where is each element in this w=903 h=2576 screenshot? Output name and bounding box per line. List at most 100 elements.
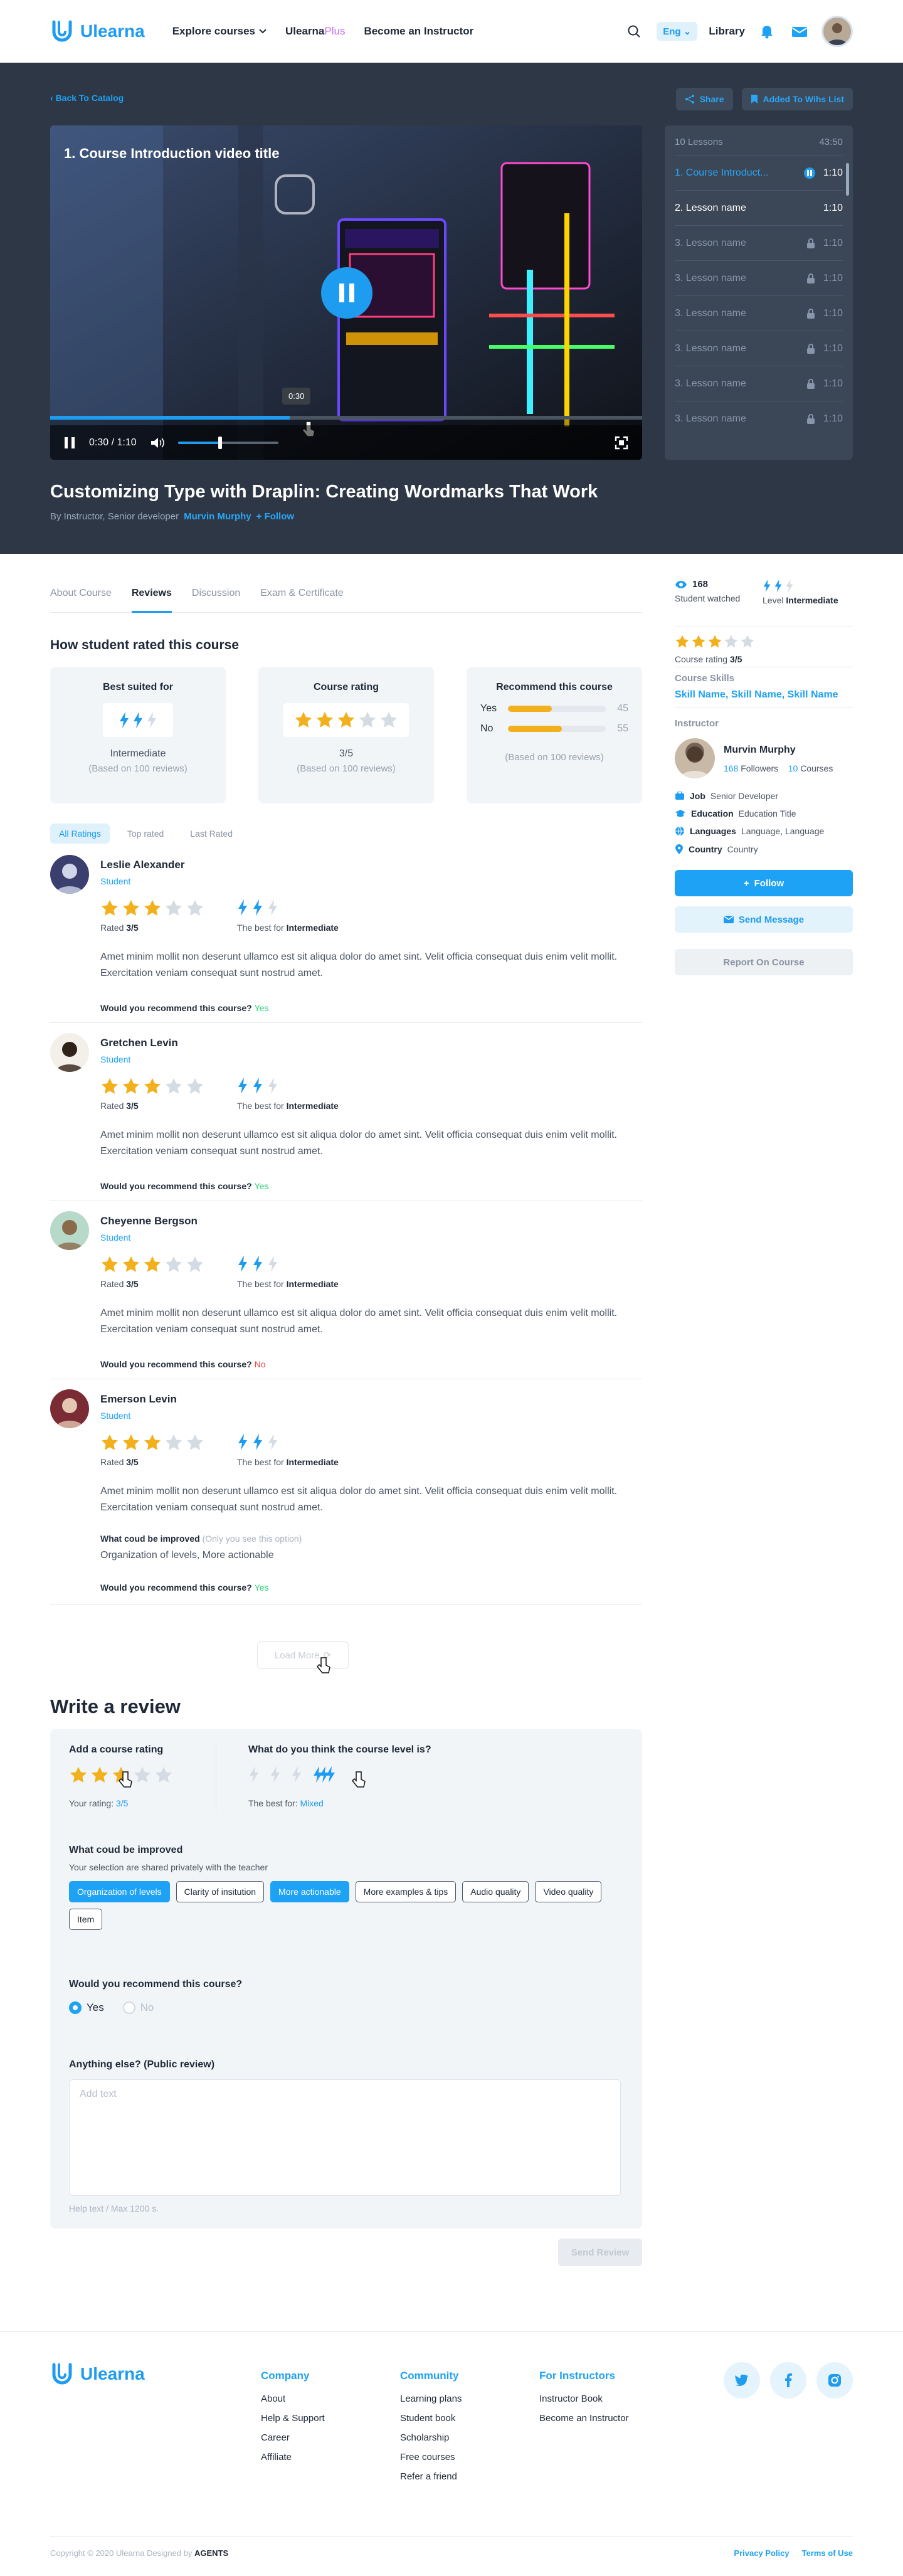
lesson-item[interactable]: 2. Lesson name 1:10 [675, 190, 843, 225]
filter-top-rated[interactable]: Top rated [119, 824, 172, 844]
lessons-scrollbar[interactable] [846, 163, 849, 196]
video-progress-bar[interactable] [50, 416, 642, 420]
pause-icon [804, 167, 815, 179]
footer-link-instructor-book[interactable]: Instructor Book [539, 2393, 629, 2404]
footer-link-scholarship[interactable]: Scholarship [400, 2432, 462, 2443]
instagram-icon[interactable] [816, 2362, 853, 2398]
lightning-icon [238, 899, 247, 916]
level-input[interactable] [248, 1766, 336, 1783]
skills-list[interactable]: Skill Name, Skill Name, Skill Name [675, 689, 838, 701]
lightning-icon[interactable] [270, 1766, 281, 1783]
footer-community-heading: Community [400, 2370, 459, 2382]
report-course-button[interactable]: Report On Course [675, 949, 853, 975]
facebook-icon[interactable] [770, 2362, 806, 2398]
pause-icon[interactable] [64, 437, 75, 449]
privacy-policy-link[interactable]: Privacy Policy [734, 2548, 789, 2558]
bell-icon[interactable] [756, 21, 778, 42]
lightning-icon[interactable] [248, 1766, 260, 1783]
languages-value: Language, Language [741, 826, 825, 836]
volume-icon[interactable] [150, 437, 164, 448]
follow-label: Follow [264, 511, 295, 522]
footer-link-free-courses[interactable]: Free courses [400, 2452, 462, 2462]
recommend-no-radio[interactable]: No [122, 2001, 154, 2014]
star-icon[interactable] [69, 1766, 88, 1784]
footer-instructors: For Instructors Instructor Book Become a… [539, 2370, 629, 2432]
footer-link-help[interactable]: Help & Support [261, 2413, 325, 2424]
footer-link-refer[interactable]: Refer a friend [400, 2471, 462, 2482]
back-to-catalog-link[interactable]: ‹ Back To Catalog [50, 93, 124, 103]
mixed-level-icon[interactable] [312, 1766, 336, 1783]
nav-explore-courses[interactable]: Explore courses [172, 25, 267, 38]
reviewer-avatar[interactable] [50, 1211, 89, 1250]
video-player[interactable]: 1. Course Introduction video title 0:30 … [50, 125, 642, 460]
share-button[interactable]: Share [675, 88, 733, 110]
nav-become-instructor[interactable]: Become an Instructor [364, 25, 473, 38]
course-rating-title: Course rating [313, 682, 379, 692]
lesson-item[interactable]: 3. Lesson name 1:10 [675, 225, 843, 260]
volume-knob[interactable] [218, 436, 222, 449]
agency-name[interactable]: AGENTS [194, 2548, 228, 2558]
lesson-item[interactable]: 3. Lesson name 1:10 [675, 295, 843, 331]
instructor-name[interactable]: Murvin Murphy [724, 745, 796, 756]
improve-chip[interactable]: Audio quality [462, 1881, 529, 1902]
user-avatar[interactable] [821, 15, 853, 47]
tab-discussion[interactable]: Discussion [192, 588, 240, 612]
volume-slider[interactable] [177, 436, 278, 449]
footer-link-affiliate[interactable]: Affiliate [261, 2452, 325, 2462]
load-more-button[interactable]: Load More ⟳ [257, 1641, 349, 1669]
send-review-button[interactable]: Send Review [558, 2239, 642, 2266]
improve-chip[interactable]: Organization of levels [69, 1881, 170, 1902]
review-stars [100, 1077, 204, 1096]
best-for-value: Mixed [300, 1798, 324, 1808]
improve-chip[interactable]: More examples & tips [355, 1881, 457, 1902]
tab-about-course[interactable]: About Course [50, 588, 112, 612]
search-icon[interactable] [623, 20, 645, 43]
instructor-avatar[interactable] [675, 738, 715, 778]
reviewer-avatar[interactable] [50, 855, 89, 894]
filter-last-rated[interactable]: Last Rated [181, 824, 241, 844]
footer-link-about[interactable]: About [261, 2393, 325, 2404]
library-link[interactable]: Library [709, 25, 745, 38]
lesson-item[interactable]: 3. Lesson name 1:10 [675, 401, 843, 436]
instructor-link[interactable]: Murvin Murphy [184, 511, 251, 522]
follow-instructor-button[interactable]: + Follow [675, 870, 853, 896]
nav-ulearna-plus[interactable]: UlearnaPlus [285, 25, 345, 38]
tab-exam-certificate[interactable]: Exam & Certificate [260, 588, 343, 612]
footer-link-student-book[interactable]: Student book [400, 2413, 462, 2424]
lesson-item[interactable]: 3. Lesson name 1:10 [675, 331, 843, 366]
improve-chip[interactable]: More actionable [270, 1881, 349, 1902]
twitter-icon[interactable] [724, 2362, 760, 2398]
logo[interactable]: Ulearna [50, 19, 145, 43]
your-rating: Your rating: 3/5 [69, 1798, 128, 1808]
footer-link-become-instructor[interactable]: Become an Instructor [539, 2413, 629, 2424]
review-textarea[interactable]: Add text [69, 2079, 621, 2196]
lesson-duration: 1:10 [823, 307, 843, 319]
footer-link-career[interactable]: Career [261, 2432, 325, 2443]
star-icon[interactable] [90, 1766, 109, 1784]
improve-chip[interactable]: Item [69, 1909, 103, 1930]
improve-chip[interactable]: Video quality [535, 1881, 602, 1902]
lesson-item[interactable]: 3. Lesson name 1:10 [675, 366, 843, 401]
lightning-icon[interactable] [291, 1766, 302, 1783]
footer-logo[interactable]: Ulearna [50, 2362, 145, 2386]
improve-chip[interactable]: Clarity of insitution [176, 1881, 265, 1902]
send-message-button[interactable]: Send Message [675, 906, 853, 933]
star-icon [165, 899, 182, 916]
reviewer-avatar[interactable] [50, 1389, 89, 1428]
star-icon[interactable] [133, 1766, 152, 1784]
filter-all-ratings[interactable]: All Ratings [50, 824, 110, 844]
pause-button[interactable] [321, 267, 372, 319]
footer-link-learning-plans[interactable]: Learning plans [400, 2393, 462, 2404]
terms-link[interactable]: Terms of Use [802, 2548, 853, 2558]
star-icon[interactable] [154, 1766, 173, 1784]
lesson-item[interactable]: 3. Lesson name 1:10 [675, 260, 843, 295]
language-select[interactable]: Eng ⌄ [657, 21, 698, 41]
fullscreen-icon[interactable] [615, 436, 628, 450]
messages-icon[interactable] [789, 21, 810, 42]
recommend-yes-radio[interactable]: Yes [69, 2001, 104, 2014]
wishlist-button[interactable]: Added To Wihs List [741, 88, 853, 110]
tab-reviews[interactable]: Reviews [131, 588, 172, 613]
reviewer-avatar[interactable] [50, 1033, 89, 1072]
lesson-item[interactable]: 1. Course Introduct... 1:10 [675, 155, 843, 190]
follow-link[interactable]: + Follow [256, 511, 294, 522]
